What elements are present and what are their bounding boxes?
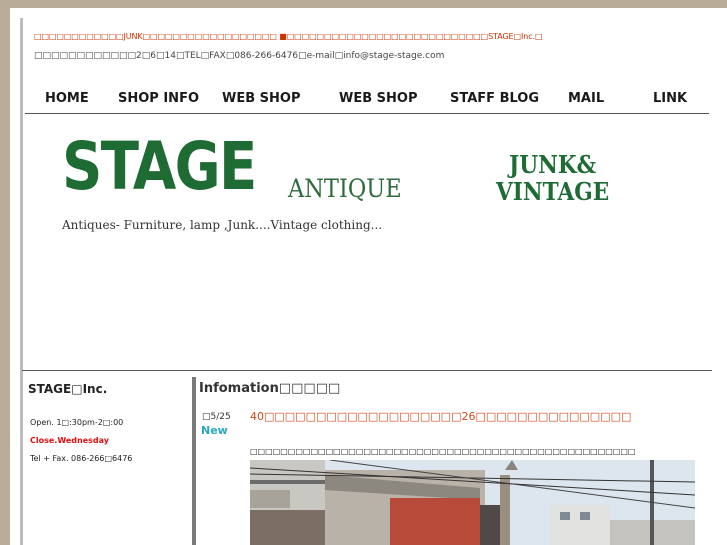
nav-web-shop-1[interactable]: WEB SHOP: [222, 91, 300, 106]
nav-web-shop-2[interactable]: WEB SHOP: [339, 91, 417, 106]
stage-logo[interactable]: STAGE: [62, 134, 257, 200]
junk-logo-line2: VINTAGE: [496, 177, 610, 206]
page: □□□□□□□□□□□□JUNK□□□□□□□□□□□□□□□□□□ ■□□□□…: [10, 8, 727, 545]
post-title-link[interactable]: 40□□□□□□□□□□□□□□□□□□□26□□□□□□□□□□□□□□□: [250, 410, 631, 423]
junk-logo-line1: JUNK&: [509, 150, 597, 179]
header-notice: □□□□□□□□□□□□JUNK□□□□□□□□□□□□□□□□□□ ■□□□□…: [34, 32, 543, 41]
new-badge: New: [201, 424, 228, 437]
street-photo-image: [250, 460, 695, 545]
post-date: □5/25: [202, 412, 231, 422]
header-contact: □□□□□□□□□□□□2□6□14□TEL□FAX□086-266-6476□…: [34, 51, 445, 61]
post-photo: [250, 460, 695, 545]
sidebar-open-hours: Open. 1□:30pm-2□:00: [30, 418, 124, 427]
sidebar-phone: Tel + Fax. 086-266□6476: [30, 454, 133, 463]
column-divider: [192, 377, 196, 545]
antique-logo[interactable]: ANTIQUE: [288, 176, 402, 201]
banner-tagline: Antiques- Furniture, lamp ,Junk....Vinta…: [62, 218, 383, 232]
sidebar-closed-day: Close.Wednesday: [30, 436, 110, 445]
junk-vintage-logo[interactable]: JUNK& VINTAGE: [496, 151, 609, 205]
nav-mail[interactable]: MAIL: [568, 91, 604, 106]
main-nav: HOME SHOP INFO WEB SHOP WEB SHOP STAFF B…: [10, 91, 727, 111]
nav-divider: [25, 113, 709, 114]
post-body-text: □□□□□□□□□□□□□□□□□□□□□□□□□□□□□□□□□□□□□□□□…: [250, 447, 636, 456]
sidebar-title: STAGE□Inc.: [28, 382, 108, 396]
content-divider: [22, 370, 712, 371]
nav-link[interactable]: LINK: [653, 91, 687, 106]
nav-shop-info[interactable]: SHOP INFO: [118, 91, 199, 106]
information-heading: Infomation□□□□□: [199, 381, 341, 396]
nav-staff-blog[interactable]: STAFF BLOG: [450, 91, 539, 106]
nav-home[interactable]: HOME: [45, 91, 89, 106]
